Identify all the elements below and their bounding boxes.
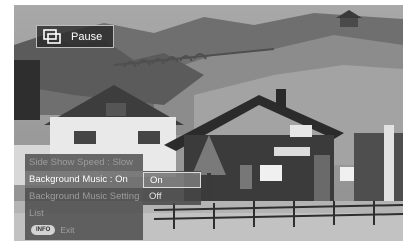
submenu-option-on[interactable]: On [143, 172, 201, 188]
tv-screen: Pause Side Show Speed : Slow Background … [14, 5, 403, 241]
menu-footer: INFO Exit [31, 225, 75, 235]
slideshow-options-menu: Side Show Speed : Slow Background Music … [25, 154, 143, 240]
background-music-submenu: On Off [143, 171, 201, 205]
pause-label: Pause [71, 30, 103, 43]
menu-item-background-music[interactable]: Background Music : On [25, 171, 143, 188]
menu-item-list[interactable]: List [25, 205, 143, 222]
menu-item-slideshow-speed[interactable]: Side Show Speed : Slow [25, 154, 143, 171]
info-button-icon[interactable]: INFO [31, 225, 56, 235]
pause-indicator[interactable]: Pause [36, 25, 114, 48]
menu-item-background-music-setting[interactable]: Background Music Setting [25, 188, 143, 205]
submenu-option-off[interactable]: Off [143, 189, 201, 205]
slideshow-icon [43, 28, 61, 45]
exit-label: Exit [60, 225, 75, 235]
